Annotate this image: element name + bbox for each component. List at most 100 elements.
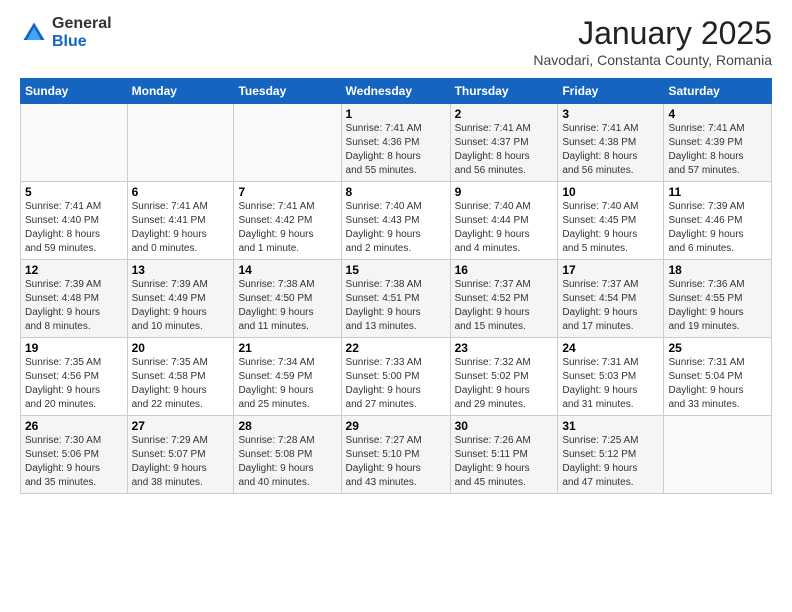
- day-info: Sunrise: 7:29 AM Sunset: 5:07 PM Dayligh…: [132, 434, 230, 490]
- day-number: 15: [346, 263, 446, 277]
- table-row: 27Sunrise: 7:29 AM Sunset: 5:07 PM Dayli…: [127, 416, 234, 494]
- day-info: Sunrise: 7:31 AM Sunset: 5:03 PM Dayligh…: [562, 356, 659, 412]
- day-info: Sunrise: 7:41 AM Sunset: 4:41 PM Dayligh…: [132, 200, 230, 256]
- table-row: 31Sunrise: 7:25 AM Sunset: 5:12 PM Dayli…: [558, 416, 664, 494]
- table-row: 29Sunrise: 7:27 AM Sunset: 5:10 PM Dayli…: [341, 416, 450, 494]
- month-title: January 2025: [533, 15, 772, 52]
- day-info: Sunrise: 7:27 AM Sunset: 5:10 PM Dayligh…: [346, 434, 446, 490]
- table-row: 18Sunrise: 7:36 AM Sunset: 4:55 PM Dayli…: [664, 260, 772, 338]
- table-row: 14Sunrise: 7:38 AM Sunset: 4:50 PM Dayli…: [234, 260, 341, 338]
- day-info: Sunrise: 7:41 AM Sunset: 4:36 PM Dayligh…: [346, 122, 446, 178]
- day-info: Sunrise: 7:30 AM Sunset: 5:06 PM Dayligh…: [25, 434, 123, 490]
- table-row: 28Sunrise: 7:28 AM Sunset: 5:08 PM Dayli…: [234, 416, 341, 494]
- day-number: 14: [238, 263, 336, 277]
- day-number: 1: [346, 107, 446, 121]
- day-number: 31: [562, 419, 659, 433]
- day-number: 20: [132, 341, 230, 355]
- day-number: 8: [346, 185, 446, 199]
- day-number: 23: [455, 341, 554, 355]
- day-number: 24: [562, 341, 659, 355]
- day-info: Sunrise: 7:39 AM Sunset: 4:48 PM Dayligh…: [25, 278, 123, 334]
- day-number: 10: [562, 185, 659, 199]
- logo-icon: [20, 19, 48, 47]
- day-info: Sunrise: 7:40 AM Sunset: 4:45 PM Dayligh…: [562, 200, 659, 256]
- day-info: Sunrise: 7:33 AM Sunset: 5:00 PM Dayligh…: [346, 356, 446, 412]
- day-number: 13: [132, 263, 230, 277]
- day-number: 18: [668, 263, 767, 277]
- day-number: 30: [455, 419, 554, 433]
- day-number: 16: [455, 263, 554, 277]
- table-row: 30Sunrise: 7:26 AM Sunset: 5:11 PM Dayli…: [450, 416, 558, 494]
- day-info: Sunrise: 7:28 AM Sunset: 5:08 PM Dayligh…: [238, 434, 336, 490]
- col-sunday: Sunday: [21, 79, 128, 104]
- table-row: [127, 104, 234, 182]
- day-info: Sunrise: 7:41 AM Sunset: 4:40 PM Dayligh…: [25, 200, 123, 256]
- table-row: 10Sunrise: 7:40 AM Sunset: 4:45 PM Dayli…: [558, 182, 664, 260]
- day-number: 12: [25, 263, 123, 277]
- day-info: Sunrise: 7:41 AM Sunset: 4:38 PM Dayligh…: [562, 122, 659, 178]
- table-row: 23Sunrise: 7:32 AM Sunset: 5:02 PM Dayli…: [450, 338, 558, 416]
- calendar-header-row: Sunday Monday Tuesday Wednesday Thursday…: [21, 79, 772, 104]
- day-number: 17: [562, 263, 659, 277]
- table-row: 12Sunrise: 7:39 AM Sunset: 4:48 PM Dayli…: [21, 260, 128, 338]
- table-row: 7Sunrise: 7:41 AM Sunset: 4:42 PM Daylig…: [234, 182, 341, 260]
- day-number: 19: [25, 341, 123, 355]
- table-row: 21Sunrise: 7:34 AM Sunset: 4:59 PM Dayli…: [234, 338, 341, 416]
- logo: General Blue: [20, 15, 112, 50]
- day-info: Sunrise: 7:26 AM Sunset: 5:11 PM Dayligh…: [455, 434, 554, 490]
- day-number: 21: [238, 341, 336, 355]
- day-info: Sunrise: 7:32 AM Sunset: 5:02 PM Dayligh…: [455, 356, 554, 412]
- calendar-table: Sunday Monday Tuesday Wednesday Thursday…: [20, 78, 772, 494]
- day-info: Sunrise: 7:35 AM Sunset: 4:58 PM Dayligh…: [132, 356, 230, 412]
- page: General Blue January 2025 Navodari, Cons…: [0, 0, 792, 612]
- table-row: 4Sunrise: 7:41 AM Sunset: 4:39 PM Daylig…: [664, 104, 772, 182]
- col-saturday: Saturday: [664, 79, 772, 104]
- day-number: 7: [238, 185, 336, 199]
- day-info: Sunrise: 7:39 AM Sunset: 4:49 PM Dayligh…: [132, 278, 230, 334]
- table-row: [234, 104, 341, 182]
- calendar-week-row: 1Sunrise: 7:41 AM Sunset: 4:36 PM Daylig…: [21, 104, 772, 182]
- day-info: Sunrise: 7:41 AM Sunset: 4:39 PM Dayligh…: [668, 122, 767, 178]
- day-number: 6: [132, 185, 230, 199]
- table-row: 22Sunrise: 7:33 AM Sunset: 5:00 PM Dayli…: [341, 338, 450, 416]
- day-number: 11: [668, 185, 767, 199]
- day-info: Sunrise: 7:38 AM Sunset: 4:51 PM Dayligh…: [346, 278, 446, 334]
- table-row: 26Sunrise: 7:30 AM Sunset: 5:06 PM Dayli…: [21, 416, 128, 494]
- logo-general-text: General: [52, 15, 112, 33]
- day-info: Sunrise: 7:37 AM Sunset: 4:52 PM Dayligh…: [455, 278, 554, 334]
- day-number: 28: [238, 419, 336, 433]
- col-monday: Monday: [127, 79, 234, 104]
- day-number: 25: [668, 341, 767, 355]
- col-tuesday: Tuesday: [234, 79, 341, 104]
- table-row: 15Sunrise: 7:38 AM Sunset: 4:51 PM Dayli…: [341, 260, 450, 338]
- calendar-week-row: 5Sunrise: 7:41 AM Sunset: 4:40 PM Daylig…: [21, 182, 772, 260]
- table-row: 13Sunrise: 7:39 AM Sunset: 4:49 PM Dayli…: [127, 260, 234, 338]
- header: General Blue January 2025 Navodari, Cons…: [20, 15, 772, 68]
- logo-blue-text: Blue: [52, 33, 112, 51]
- day-info: Sunrise: 7:39 AM Sunset: 4:46 PM Dayligh…: [668, 200, 767, 256]
- calendar-week-row: 12Sunrise: 7:39 AM Sunset: 4:48 PM Dayli…: [21, 260, 772, 338]
- day-info: Sunrise: 7:41 AM Sunset: 4:42 PM Dayligh…: [238, 200, 336, 256]
- day-info: Sunrise: 7:34 AM Sunset: 4:59 PM Dayligh…: [238, 356, 336, 412]
- col-wednesday: Wednesday: [341, 79, 450, 104]
- day-info: Sunrise: 7:38 AM Sunset: 4:50 PM Dayligh…: [238, 278, 336, 334]
- table-row: 8Sunrise: 7:40 AM Sunset: 4:43 PM Daylig…: [341, 182, 450, 260]
- day-info: Sunrise: 7:40 AM Sunset: 4:43 PM Dayligh…: [346, 200, 446, 256]
- day-number: 29: [346, 419, 446, 433]
- day-info: Sunrise: 7:41 AM Sunset: 4:37 PM Dayligh…: [455, 122, 554, 178]
- table-row: 25Sunrise: 7:31 AM Sunset: 5:04 PM Dayli…: [664, 338, 772, 416]
- location-subtitle: Navodari, Constanta County, Romania: [533, 52, 772, 68]
- day-number: 9: [455, 185, 554, 199]
- table-row: 24Sunrise: 7:31 AM Sunset: 5:03 PM Dayli…: [558, 338, 664, 416]
- col-friday: Friday: [558, 79, 664, 104]
- day-number: 3: [562, 107, 659, 121]
- table-row: 2Sunrise: 7:41 AM Sunset: 4:37 PM Daylig…: [450, 104, 558, 182]
- day-number: 4: [668, 107, 767, 121]
- day-number: 26: [25, 419, 123, 433]
- calendar-week-row: 19Sunrise: 7:35 AM Sunset: 4:56 PM Dayli…: [21, 338, 772, 416]
- day-info: Sunrise: 7:31 AM Sunset: 5:04 PM Dayligh…: [668, 356, 767, 412]
- table-row: [664, 416, 772, 494]
- day-info: Sunrise: 7:40 AM Sunset: 4:44 PM Dayligh…: [455, 200, 554, 256]
- table-row: 11Sunrise: 7:39 AM Sunset: 4:46 PM Dayli…: [664, 182, 772, 260]
- day-number: 2: [455, 107, 554, 121]
